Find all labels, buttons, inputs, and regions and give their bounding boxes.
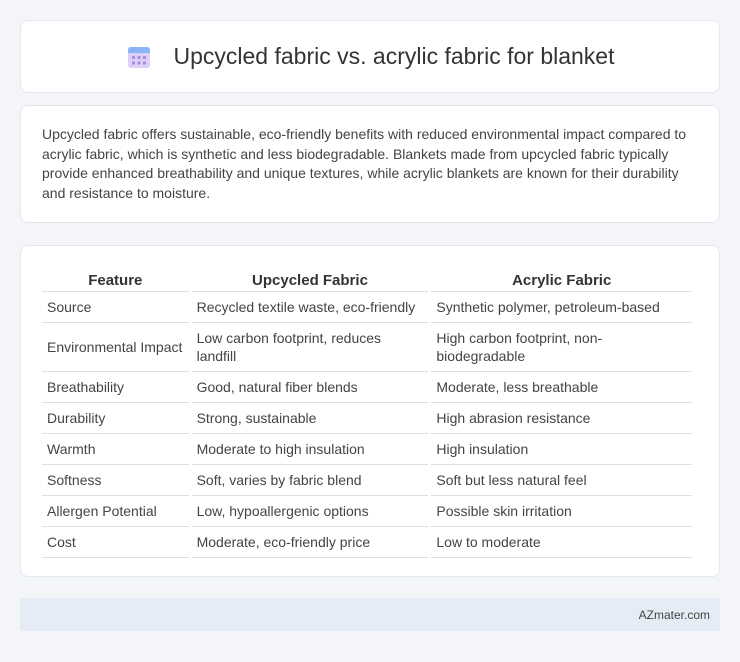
upcycled-cell: Low, hypoallergenic options xyxy=(191,496,429,527)
table-row: Softness Soft, varies by fabric blend So… xyxy=(42,465,692,496)
acrylic-cell: High insulation xyxy=(431,434,692,465)
acrylic-cell: Low to moderate xyxy=(431,527,692,558)
table-row: Source Recycled textile waste, eco-frien… xyxy=(42,292,692,323)
header-feature: Feature xyxy=(42,265,189,292)
feature-cell: Environmental Impact xyxy=(42,323,189,372)
comparison-card: Feature Upcycled Fabric Acrylic Fabric S… xyxy=(20,245,720,577)
acrylic-cell: High abrasion resistance xyxy=(431,403,692,434)
table-row: Warmth Moderate to high insulation High … xyxy=(42,434,692,465)
table-row: Breathability Good, natural fiber blends… xyxy=(42,372,692,403)
upcycled-cell: Recycled textile waste, eco-friendly xyxy=(191,292,429,323)
header-acrylic: Acrylic Fabric xyxy=(431,265,692,292)
table-row: Environmental Impact Low carbon footprin… xyxy=(42,323,692,372)
acrylic-cell: Soft but less natural feel xyxy=(431,465,692,496)
feature-cell: Allergen Potential xyxy=(42,496,189,527)
upcycled-cell: Moderate, eco-friendly price xyxy=(191,527,429,558)
upcycled-cell: Good, natural fiber blends xyxy=(191,372,429,403)
description-text: Upcycled fabric offers sustainable, eco-… xyxy=(42,126,687,201)
table-header-row: Feature Upcycled Fabric Acrylic Fabric xyxy=(42,265,692,292)
upcycled-cell: Strong, sustainable xyxy=(191,403,429,434)
description-card: Upcycled fabric offers sustainable, eco-… xyxy=(20,105,720,223)
upcycled-cell: Moderate to high insulation xyxy=(191,434,429,465)
feature-cell: Softness xyxy=(42,465,189,496)
header-upcycled: Upcycled Fabric xyxy=(191,265,429,292)
footer-site-link[interactable]: AZmater.com xyxy=(639,608,710,622)
feature-cell: Warmth xyxy=(42,434,189,465)
table-row: Cost Moderate, eco-friendly price Low to… xyxy=(42,527,692,558)
table-row: Allergen Potential Low, hypoallergenic o… xyxy=(42,496,692,527)
table-row: Durability Strong, sustainable High abra… xyxy=(42,403,692,434)
acrylic-cell: Synthetic polymer, petroleum-based xyxy=(431,292,692,323)
footer-bar: AZmater.com xyxy=(20,598,720,631)
acrylic-cell: Moderate, less breathable xyxy=(431,372,692,403)
title-card: Upcycled fabric vs. acrylic fabric for b… xyxy=(20,20,720,93)
feature-cell: Source xyxy=(42,292,189,323)
feature-cell: Breathability xyxy=(42,372,189,403)
feature-cell: Cost xyxy=(42,527,189,558)
acrylic-cell: High carbon footprint, non-biodegradable xyxy=(431,323,692,372)
upcycled-cell: Soft, varies by fabric blend xyxy=(191,465,429,496)
calendar-icon xyxy=(126,44,152,70)
acrylic-cell: Possible skin irritation xyxy=(431,496,692,527)
page-title: Upcycled fabric vs. acrylic fabric for b… xyxy=(173,43,615,69)
upcycled-cell: Low carbon footprint, reduces landfill xyxy=(191,323,429,372)
comparison-table: Feature Upcycled Fabric Acrylic Fabric S… xyxy=(39,265,695,558)
feature-cell: Durability xyxy=(42,403,189,434)
